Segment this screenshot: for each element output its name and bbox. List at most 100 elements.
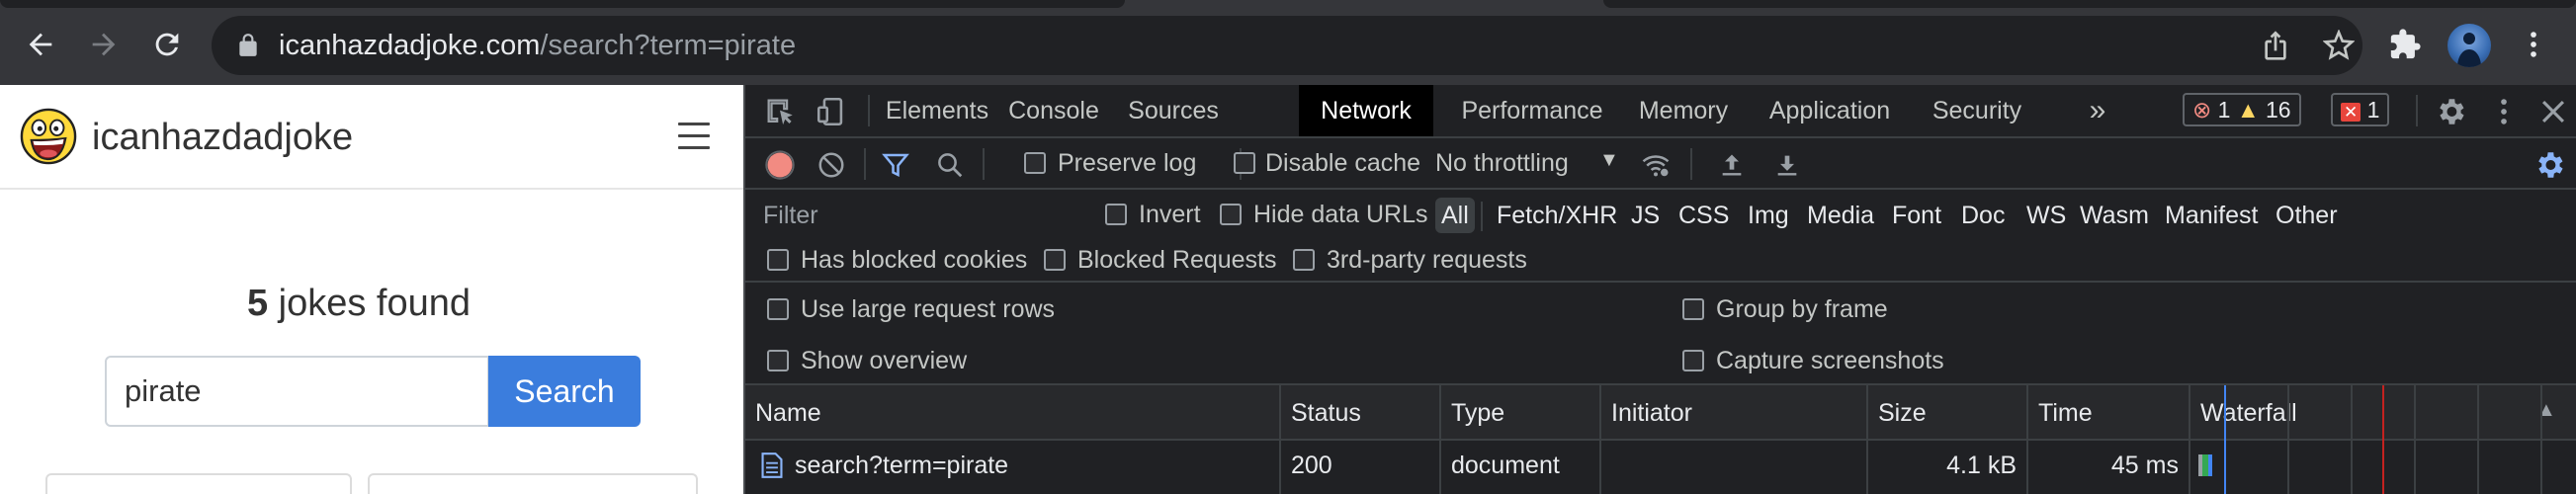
waterfall-bar-download [2208,454,2212,476]
extensions-button[interactable] [2382,22,2428,67]
tab-elements[interactable]: Elements [882,85,992,136]
filter-funnel-icon[interactable] [880,150,911,180]
web-page: icanhazdadjoke 5 jokes found pirate Sear… [0,85,743,494]
reload-icon [155,33,179,56]
search-button[interactable]: Search [488,356,641,427]
divider [2416,95,2418,126]
requests-table-header: Name Status Type Initiator Size Time Wat… [745,385,2576,441]
issues-badge[interactable]: ✕ 1 [2331,93,2390,126]
back-button[interactable] [18,22,63,67]
tab-console[interactable]: Console [998,85,1109,136]
disable-cache-label: Disable cache [1265,149,1421,177]
column-header-status[interactable]: Status [1281,385,1441,441]
chevron-down-icon[interactable]: ▼ [1599,149,1619,172]
column-header-name[interactable]: Name [745,385,1281,441]
reload-button[interactable] [144,22,190,67]
avatar[interactable] [2447,24,2491,67]
filter-type-css[interactable]: CSS [1678,198,1729,233]
show-overview-checkbox[interactable] [767,350,789,371]
filter-type-js[interactable]: JS [1631,198,1660,233]
tab-sources[interactable]: Sources [1115,85,1232,136]
third-party-requests-checkbox[interactable] [1293,249,1315,271]
request-status-cell: 200 [1281,441,1441,494]
more-options-icon[interactable] [2487,95,2521,128]
invert-checkbox[interactable] [1105,204,1127,225]
tab-memory[interactable]: Memory [1625,85,1742,136]
column-header-size[interactable]: Size [1868,385,2028,441]
import-har-icon[interactable] [1718,150,1746,180]
search-input[interactable]: pirate [105,356,489,427]
column-header-type[interactable]: Type [1441,385,1601,441]
lock-icon[interactable] [235,33,261,58]
tab-performance[interactable]: Performance [1451,85,1613,136]
throttling-select[interactable]: No throttling [1435,149,1569,178]
tab-strip [0,0,1125,8]
preserve-log-checkbox[interactable] [1024,152,1046,174]
tab-application[interactable]: Application [1756,85,1904,136]
has-blocked-cookies-checkbox[interactable] [767,249,789,271]
warning-icon: ▲ [2236,97,2260,123]
blocked-requests-checkbox[interactable] [1044,249,1066,271]
filter-type-other[interactable]: Other [2275,198,2338,233]
filter-type-img[interactable]: Img [1748,198,1789,233]
close-devtools-icon[interactable] [2536,95,2570,128]
forward-icon [92,33,116,56]
large-rows-label: Use large request rows [801,295,1056,323]
laughing-face-logo[interactable] [20,108,77,165]
extensions-icon [2390,29,2421,59]
capture-screenshots-checkbox[interactable] [1682,350,1704,371]
inspect-element-icon[interactable] [763,95,797,128]
filter-type-media[interactable]: Media [1807,198,1874,233]
divider [868,95,870,126]
settings-gear-icon[interactable] [2434,95,2467,128]
third-party-requests-label: 3rd-party requests [1327,246,1527,274]
forward-button[interactable] [81,22,127,67]
request-name-cell[interactable]: search?term=pirate [745,441,1281,494]
clear-icon[interactable] [816,150,846,180]
person-silhouette-icon [2457,33,2481,67]
divider [864,148,866,180]
large-rows-checkbox[interactable] [767,298,789,320]
errors-badge[interactable]: ⊗ 1 ▲ 16 [2183,93,2301,126]
more-tabs-chevron-icon[interactable]: » [2078,85,2117,136]
joke-card [368,473,698,494]
sort-triangle-icon[interactable]: ▲ [2536,399,2556,422]
column-header-initiator[interactable]: Initiator [1601,385,1868,441]
filter-type-wasm[interactable]: Wasm [2080,198,2149,233]
menu-button[interactable] [2511,22,2556,67]
record-icon[interactable] [765,150,795,180]
filter-type-fetch-xhr[interactable]: Fetch/XHR [1497,198,1617,233]
error-icon: ⊗ [2192,97,2212,123]
share-icon[interactable] [2260,30,2291,61]
filter-type-doc[interactable]: Doc [1961,198,2005,233]
jokes-found-heading: 5 jokes found [0,283,718,325]
tab-security[interactable]: Security [1916,85,2038,136]
filter-type-manifest[interactable]: Manifest [2165,198,2258,233]
disable-cache-checkbox[interactable] [1234,152,1255,174]
group-by-frame-checkbox[interactable] [1682,298,1704,320]
site-brand[interactable]: icanhazdadjoke [92,117,353,159]
jokes-count: 5 [246,283,269,324]
request-size-cell: 4.1 kB [1868,441,2028,494]
export-har-icon[interactable] [1773,150,1801,180]
filter-type-all[interactable]: All [1435,198,1475,233]
hamburger-menu-icon[interactable] [678,123,710,150]
network-settings-gear-icon[interactable] [2533,148,2566,182]
network-conditions-wifi-icon[interactable] [1639,150,1673,180]
column-header-time[interactable]: Time [2028,385,2190,441]
issues-count: 1 [2366,97,2380,123]
tab-strip [1603,0,2576,8]
table-row[interactable]: search?term=pirate 200 document 4.1 kB 4… [745,441,2576,494]
tab-network[interactable]: Network [1299,85,1433,136]
document-icon [761,453,783,478]
filter-input[interactable]: Filter [745,190,1081,239]
filter-type-ws[interactable]: WS [2026,198,2066,233]
device-toolbar-icon[interactable] [815,95,848,128]
hide-data-urls-checkbox[interactable] [1220,204,1242,225]
address-bar[interactable]: icanhazdadjoke.com/search?term=pirate [212,16,2362,75]
url-text[interactable]: icanhazdadjoke.com/search?term=pirate [279,30,796,62]
search-icon[interactable] [935,150,965,180]
url-path: /search?term=pirate [540,30,797,61]
star-icon[interactable] [2323,30,2355,61]
filter-type-font[interactable]: Font [1892,198,1941,233]
